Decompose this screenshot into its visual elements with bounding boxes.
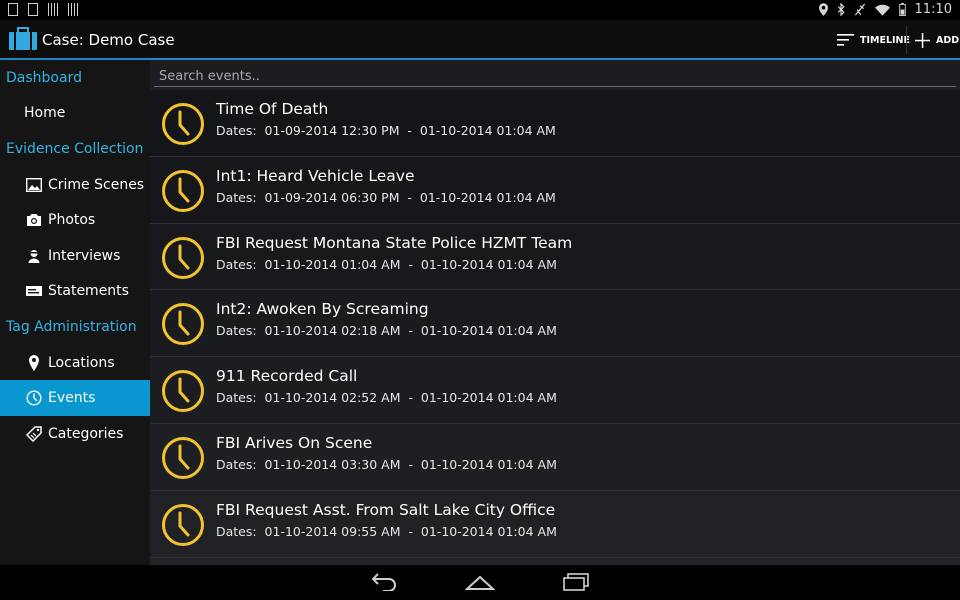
back-icon[interactable] bbox=[369, 573, 397, 591]
event-row-time-of-death[interactable]: Time Of Death Dates: 01-09-2014 12:30 PM… bbox=[150, 90, 960, 157]
case-title: Case: Demo Case bbox=[42, 31, 175, 49]
sidebar-item-label: Events bbox=[48, 390, 96, 407]
event-dates: Dates: 01-10-2014 03:30 AM - 01-10-2014 … bbox=[216, 456, 557, 472]
event-title: FBI Arives On Scene bbox=[216, 433, 373, 452]
sidebar-item-categories[interactable]: Categories bbox=[0, 416, 150, 452]
sidebar-item-home[interactable]: Home bbox=[0, 96, 150, 132]
event-dates: Dates: 01-10-2014 02:18 AM - 01-10-2014 … bbox=[216, 323, 557, 339]
sidebar-item-label: Locations bbox=[48, 354, 115, 371]
event-row-fbi-request-asst[interactable]: FBI Request Asst. From Salt Lake City Of… bbox=[150, 490, 960, 558]
recent-apps-icon[interactable] bbox=[562, 573, 590, 591]
event-row-fbi-arives-on-scene[interactable]: FBI Arives On Scene Dates: 01-10-2014 03… bbox=[150, 423, 960, 491]
status-bar: 11:10 bbox=[0, 0, 960, 20]
clock-icon bbox=[162, 370, 204, 413]
sort-lines-icon bbox=[837, 34, 854, 46]
sidebar-item-statements[interactable]: Statements bbox=[0, 274, 150, 310]
sidebar-item-label: Interviews bbox=[48, 247, 121, 264]
camera-icon bbox=[27, 214, 41, 227]
sidebar-item-label: Home bbox=[24, 105, 66, 122]
barcode-icon bbox=[68, 3, 78, 16]
timeline-button[interactable]: TIMELINE bbox=[837, 29, 910, 51]
sidebar-section-dashboard: Dashboard bbox=[6, 70, 82, 86]
add-label: ADD bbox=[936, 34, 960, 46]
event-title: Time Of Death bbox=[216, 100, 329, 118]
card-icon bbox=[26, 286, 42, 297]
clock-icon bbox=[162, 236, 204, 279]
notification-icon bbox=[8, 3, 18, 16]
image-icon bbox=[28, 3, 38, 16]
events-panel: Time Of Death Dates: 01-09-2014 12:30 PM… bbox=[150, 60, 960, 565]
action-bar: Case: Demo Case TIMELINE ADD bbox=[0, 20, 960, 60]
event-row-fbi-request-hzmt[interactable]: FBI Request Montana State Police HZMT Te… bbox=[150, 223, 960, 291]
clock-time: 11:10 bbox=[914, 2, 952, 17]
sidebar-section-tag-administration: Tag Administration bbox=[6, 319, 137, 336]
battery-icon bbox=[898, 3, 906, 16]
event-row-awoken-by-screaming[interactable]: Int2: Awoken By Screaming Dates: 01-10-2… bbox=[150, 290, 960, 358]
event-title: FBI Request Montana State Police HZMT Te… bbox=[216, 233, 573, 252]
search-bar bbox=[154, 65, 960, 87]
add-button[interactable]: ADD bbox=[915, 29, 959, 51]
location-icon bbox=[818, 3, 828, 16]
events-list: Time Of Death Dates: 01-09-2014 12:30 PM… bbox=[150, 90, 960, 565]
briefcase-icon[interactable] bbox=[8, 27, 38, 51]
event-row-heard-vehicle-leave[interactable]: Int1: Heard Vehicle Leave Dates: 01-09-2… bbox=[150, 156, 960, 224]
clock-icon bbox=[162, 169, 204, 212]
event-title: Int2: Awoken By Screaming bbox=[216, 300, 429, 319]
search-input[interactable] bbox=[154, 66, 960, 87]
sidebar-item-events[interactable]: Events bbox=[0, 380, 150, 416]
event-dates: Dates: 01-09-2014 12:30 PM - 01-10-2014 … bbox=[216, 123, 556, 138]
sidebar-item-interviews[interactable]: Interviews bbox=[0, 238, 150, 274]
wifi-icon bbox=[874, 4, 890, 16]
event-dates: Dates: 01-10-2014 09:55 AM - 01-10-2014 … bbox=[216, 523, 557, 539]
sidebar: Dashboard Home Evidence Collection Crime… bbox=[0, 60, 150, 565]
action-divider bbox=[906, 26, 907, 54]
home-icon[interactable] bbox=[465, 573, 495, 591]
barcode-icon bbox=[48, 3, 58, 16]
clock-icon bbox=[162, 503, 204, 546]
clock-icon bbox=[162, 103, 204, 145]
sidebar-item-crime-scenes[interactable]: Crime Scenes bbox=[0, 167, 150, 203]
sidebar-item-photos[interactable]: Photos bbox=[0, 202, 150, 238]
clock-icon bbox=[162, 436, 204, 479]
event-dates: Dates: 01-10-2014 02:52 AM - 01-10-2014 … bbox=[216, 390, 557, 406]
landscape-icon bbox=[26, 177, 42, 192]
signal-off-icon bbox=[854, 3, 865, 16]
person-icon bbox=[28, 249, 40, 263]
event-row-partial[interactable] bbox=[150, 557, 960, 565]
sidebar-item-label: Statements bbox=[48, 283, 129, 300]
event-row-911-recorded-call[interactable]: 911 Recorded Call Dates: 01-10-2014 02:5… bbox=[150, 357, 960, 424]
event-dates: Dates: 01-09-2014 06:30 PM - 01-10-2014 … bbox=[216, 189, 556, 205]
plus-icon bbox=[915, 32, 930, 48]
sidebar-item-label: Crime Scenes bbox=[48, 176, 145, 193]
event-title: FBI Request Asst. From Salt Lake City Of… bbox=[216, 500, 556, 519]
sidebar-item-locations[interactable]: Locations bbox=[0, 345, 150, 381]
event-title: Int1: Heard Vehicle Leave bbox=[216, 166, 415, 185]
notification-icons bbox=[8, 3, 78, 16]
tag-icon bbox=[26, 425, 42, 442]
location-pin-icon bbox=[29, 354, 39, 371]
sidebar-section-evidence-collection: Evidence Collection bbox=[6, 141, 144, 158]
sidebar-item-label: Categories bbox=[48, 425, 124, 442]
event-dates: Dates: 01-10-2014 01:04 AM - 01-10-2014 … bbox=[216, 256, 557, 272]
sidebar-item-label: Photos bbox=[48, 212, 96, 229]
system-icons: 11:10 bbox=[818, 2, 952, 17]
clock-icon bbox=[26, 390, 42, 406]
system-nav-bar bbox=[0, 565, 960, 600]
clock-icon bbox=[162, 303, 204, 346]
event-title: 911 Recorded Call bbox=[216, 367, 358, 386]
timeline-label: TIMELINE bbox=[860, 34, 910, 46]
bluetooth-icon bbox=[837, 3, 845, 16]
